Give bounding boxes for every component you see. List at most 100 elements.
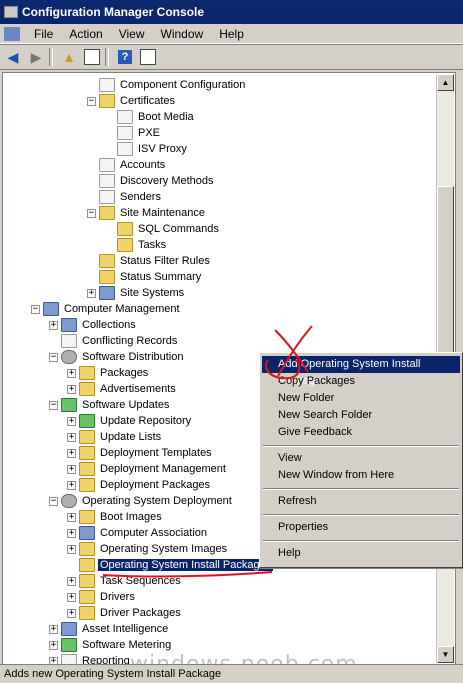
tree-item[interactable]: + Update Repository: [67, 413, 193, 429]
tree-item[interactable]: Discovery Methods: [87, 173, 216, 189]
tree-item[interactable]: − Operating System Deployment: [49, 493, 234, 509]
menu-bar: File Action View Window Help: [0, 24, 463, 44]
doc-icon: [117, 142, 133, 156]
expand-icon[interactable]: +: [49, 624, 58, 634]
expand-icon[interactable]: +: [67, 384, 76, 394]
tree-item[interactable]: Status Summary: [87, 269, 203, 285]
help-icon[interactable]: ?: [115, 48, 135, 66]
tree-item[interactable]: Component Configuration: [87, 77, 247, 93]
tree-item[interactable]: + Drivers: [67, 589, 137, 605]
tree-item[interactable]: − Software Updates: [49, 397, 171, 413]
comp-icon: [43, 302, 59, 316]
tree-item-label: Site Systems: [120, 287, 185, 299]
expand-icon[interactable]: +: [67, 512, 76, 522]
tree-item[interactable]: + Deployment Packages: [67, 477, 212, 493]
tree-item[interactable]: + Collections: [49, 317, 138, 333]
tree-item[interactable]: + Deployment Templates: [67, 445, 214, 461]
folder-icon: [79, 382, 95, 396]
menu-file[interactable]: File: [26, 27, 61, 41]
context-menu-item[interactable]: Add Operating System Install Package: [262, 356, 460, 387]
forward-arrow-icon[interactable]: ▶: [26, 48, 46, 66]
tree-item-label: Collections: [82, 319, 136, 331]
context-menu-item[interactable]: Properties: [262, 519, 460, 536]
tree-item[interactable]: Conflicting Records: [49, 333, 179, 349]
collapse-icon[interactable]: −: [49, 496, 58, 506]
context-menu-item[interactable]: New Window from Here: [262, 467, 460, 484]
tree-item[interactable]: − Site Maintenance: [87, 205, 207, 221]
collapse-icon[interactable]: −: [49, 400, 58, 410]
tree-item[interactable]: + Driver Packages: [67, 605, 183, 621]
green-icon: [61, 398, 77, 412]
expand-icon[interactable]: +: [67, 464, 76, 474]
context-menu-item[interactable]: Refresh: [262, 493, 460, 510]
tree-item[interactable]: SQL Commands: [105, 221, 221, 237]
doc-icon: [99, 158, 115, 172]
expand-icon[interactable]: +: [67, 608, 76, 618]
collapse-icon[interactable]: −: [87, 96, 96, 106]
expand-icon[interactable]: +: [67, 592, 76, 602]
back-arrow-icon[interactable]: ◀: [3, 48, 23, 66]
expand-icon[interactable]: +: [67, 368, 76, 378]
context-menu-item[interactable]: Copy Packages: [262, 373, 460, 390]
tree-item-label: Operating System Images: [100, 543, 228, 555]
tree-item[interactable]: Operating System Install Packages: [67, 557, 275, 573]
menu-view[interactable]: View: [111, 27, 153, 41]
expand-icon[interactable]: +: [67, 528, 76, 538]
properties-icon[interactable]: [138, 48, 158, 66]
menu-action[interactable]: Action: [61, 27, 110, 41]
tree-item[interactable]: Boot Media: [105, 109, 196, 125]
tree-item[interactable]: + Packages: [67, 365, 150, 381]
tree-item[interactable]: + Boot Images: [67, 509, 164, 525]
tree-item[interactable]: + Computer Association: [67, 525, 209, 541]
expand-icon[interactable]: +: [67, 544, 76, 554]
context-menu-item[interactable]: View: [262, 450, 460, 467]
expand-icon[interactable]: +: [67, 432, 76, 442]
context-menu-item[interactable]: Help: [262, 545, 460, 562]
context-menu-item[interactable]: New Folder: [262, 390, 460, 407]
tree-item[interactable]: + Deployment Management: [67, 461, 228, 477]
collapse-icon[interactable]: −: [31, 304, 40, 314]
expand-icon[interactable]: +: [67, 576, 76, 586]
tree-item[interactable]: Tasks: [105, 237, 168, 253]
collapse-icon[interactable]: −: [49, 352, 58, 362]
tree-item[interactable]: + Operating System Images: [67, 541, 229, 557]
tree-item[interactable]: + Site Systems: [87, 285, 186, 301]
system-menu-icon[interactable]: [4, 26, 20, 41]
tree-item[interactable]: + Asset Intelligence: [49, 621, 170, 637]
folder-icon: [79, 462, 95, 476]
tree-item[interactable]: Accounts: [87, 157, 167, 173]
menu-help[interactable]: Help: [211, 27, 252, 41]
expand-icon[interactable]: +: [67, 448, 76, 458]
expand-icon[interactable]: +: [49, 640, 58, 650]
collapse-icon[interactable]: −: [87, 208, 96, 218]
folder-icon: [79, 478, 95, 492]
tree-item[interactable]: + Task Sequences: [67, 573, 183, 589]
expand-icon[interactable]: +: [87, 288, 96, 298]
tree-item-label: Software Updates: [82, 399, 170, 411]
tree-item[interactable]: PXE: [105, 125, 162, 141]
tree-item[interactable]: + Advertisements: [67, 381, 178, 397]
scroll-up-icon[interactable]: ▲: [437, 74, 454, 91]
tree-item-label: Driver Packages: [100, 607, 181, 619]
up-folder-icon[interactable]: ▲: [59, 48, 79, 66]
toolbar: ◀ ▶ ▲ ?: [0, 44, 463, 70]
tree-item[interactable]: + Software Metering: [49, 637, 173, 653]
scroll-down-icon[interactable]: ▼: [437, 646, 454, 663]
expand-icon[interactable]: +: [67, 480, 76, 490]
menu-window[interactable]: Window: [153, 27, 212, 41]
expand-icon[interactable]: +: [67, 416, 76, 426]
tree-item[interactable]: − Computer Management: [31, 301, 182, 317]
tree-item[interactable]: − Software Distribution: [49, 349, 186, 365]
tree-item[interactable]: Senders: [87, 189, 163, 205]
tree-item[interactable]: ISV Proxy: [105, 141, 189, 157]
tree-item[interactable]: Status Filter Rules: [87, 253, 212, 269]
gear-icon: [61, 494, 77, 508]
context-menu-item[interactable]: Give Feedback: [262, 424, 460, 441]
tree-item[interactable]: − Certificates: [87, 93, 177, 109]
show-hide-tree-icon[interactable]: [82, 48, 102, 66]
expand-icon[interactable]: +: [49, 320, 58, 330]
context-menu-item[interactable]: New Search Folder: [262, 407, 460, 424]
folder-icon: [79, 606, 95, 620]
tree-item-label: Computer Association: [100, 527, 207, 539]
tree-item[interactable]: + Update Lists: [67, 429, 163, 445]
